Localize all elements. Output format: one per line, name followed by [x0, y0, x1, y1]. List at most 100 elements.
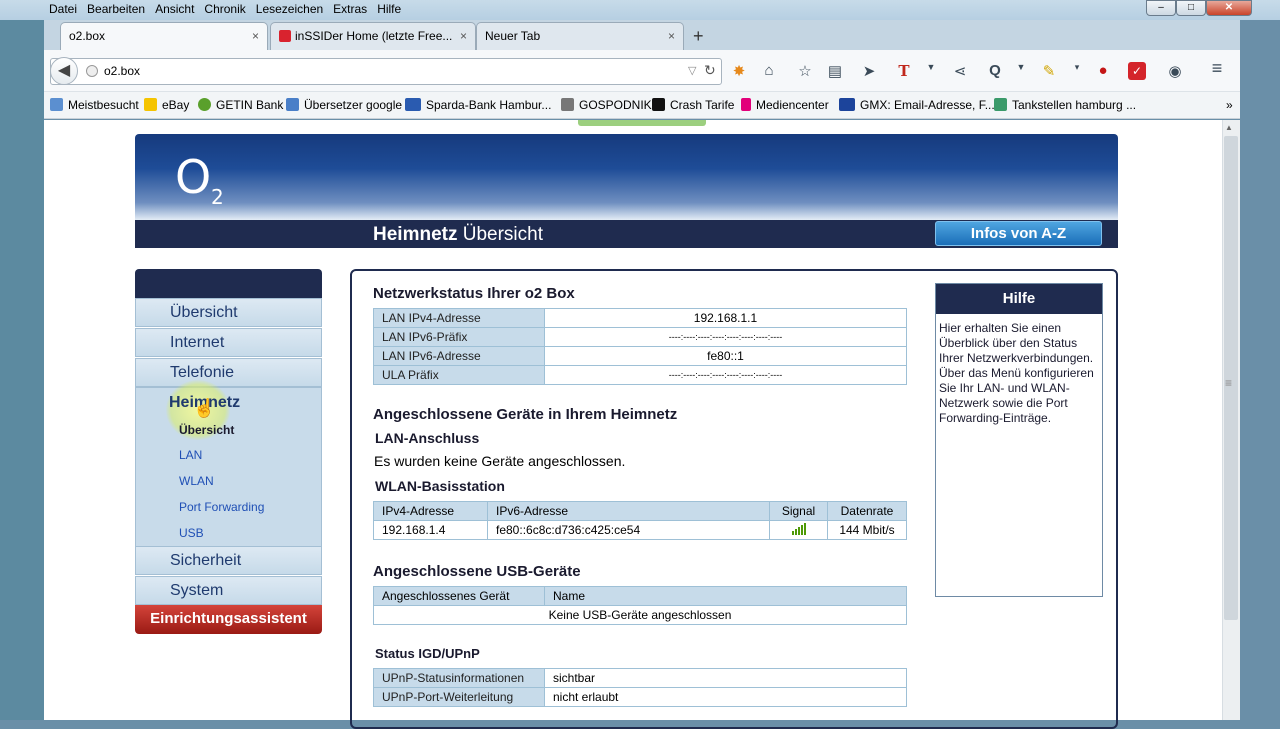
home-icon[interactable]: ⌂ — [758, 62, 780, 79]
window-controls: – □ ✕ — [1146, 0, 1252, 16]
usb-title: Angeschlossene USB-Geräte — [373, 563, 581, 580]
site-info-icon[interactable] — [86, 65, 98, 77]
usb-table: Angeschlossenes Gerät Name Keine USB-Ger… — [373, 586, 907, 625]
tab-neuer-tab[interactable]: Neuer Tab × — [476, 22, 684, 50]
pen-icon[interactable]: ✎ — [1038, 62, 1060, 80]
minimize-button[interactable]: – — [1146, 0, 1176, 16]
sidebar-item-uebersicht[interactable]: Übersicht — [135, 298, 322, 327]
bookmark-mediencenter[interactable]: Mediencenter — [741, 98, 829, 112]
signal-bar — [797, 526, 800, 535]
maximize-button[interactable]: □ — [1176, 0, 1206, 16]
url-bar[interactable] — [50, 58, 722, 85]
signal-bar — [791, 530, 794, 535]
bookmark-crash-tarife[interactable]: Crash Tarife — [652, 98, 734, 112]
einrichtungsassistent-button[interactable]: Einrichtungsassistent — [135, 605, 322, 634]
hand-cursor-icon: ☝ — [193, 398, 216, 418]
globe-icon — [994, 98, 1007, 111]
new-tab-button[interactable]: + — [693, 26, 704, 47]
lan-empty-text: Es wurden keine Geräte angeschlossen. — [374, 453, 626, 469]
close-window-button[interactable]: ✕ — [1206, 0, 1252, 16]
sidebar-item-sicherheit[interactable]: Sicherheit — [135, 546, 322, 575]
back-arrow-icon[interactable]: ◀ — [50, 57, 78, 85]
bookmark-meistbesucht[interactable]: Meistbesucht — [50, 98, 139, 112]
pdf-icon[interactable]: ✓ — [1128, 62, 1146, 80]
bookmark-ebay[interactable]: eBay — [144, 98, 189, 112]
sidebar-item-internet[interactable]: Internet — [135, 328, 322, 357]
subitem-port-forwarding[interactable]: Port Forwarding — [179, 500, 264, 514]
infos-a-z-button[interactable]: Infos von A-Z — [935, 221, 1102, 246]
sparda-icon — [405, 98, 421, 111]
menu-lesezeichen[interactable]: Lesezeichen — [251, 1, 328, 17]
gmx-icon — [839, 98, 855, 111]
chevron-down-icon[interactable]: ▾ — [1066, 62, 1088, 73]
bookmark-tankstellen[interactable]: Tankstellen hamburg ... — [994, 98, 1136, 112]
bookmark-gospodnik[interactable]: GOSPODNIK — [561, 98, 652, 112]
menu-extras[interactable]: Extras — [328, 1, 372, 17]
search-engine-icon[interactable]: Q — [984, 62, 1006, 79]
table-row: LAN IPv6-Adresse fe80::1 — [373, 346, 907, 366]
table-header-row: Angeschlossenes Gerät Name — [373, 586, 907, 606]
igd-title: Status IGD/UPnP — [375, 646, 480, 661]
tab-label: Neuer Tab — [485, 29, 541, 43]
subitem-wlan[interactable]: WLAN — [179, 474, 214, 488]
menu-ansicht[interactable]: Ansicht — [150, 1, 199, 17]
loading-indicator — [578, 120, 706, 126]
bookmark-sparda[interactable]: Sparda-Bank Hambur... — [405, 98, 551, 112]
bookmark-getin-bank[interactable]: GETIN Bank — [198, 98, 283, 112]
table-row: ULA Präfix ----:----:----:----:----:----:… — [373, 365, 907, 385]
dropdown-arrow-icon[interactable]: ▽ — [688, 64, 696, 77]
record-icon[interactable]: ● — [1092, 62, 1114, 79]
desktop-right — [1240, 20, 1280, 720]
lan-anschluss-title: LAN-Anschluss — [375, 430, 480, 446]
reload-icon[interactable]: ↻ — [704, 62, 716, 79]
menu-chronik[interactable]: Chronik — [199, 1, 250, 17]
menu-bearbeiten[interactable]: Bearbeiten — [82, 1, 150, 17]
translate-icon[interactable]: T — [893, 62, 915, 80]
send-icon[interactable]: ➤ — [858, 62, 880, 80]
help-title: Hilfe — [936, 284, 1102, 314]
o2-header — [135, 134, 1118, 220]
hamburger-menu-icon[interactable]: ≡ — [1206, 58, 1228, 79]
chevron-down-icon[interactable]: ▼ — [920, 62, 942, 72]
signal-strength-icon — [791, 522, 806, 535]
close-tab-icon[interactable]: × — [252, 23, 259, 49]
signal-bar — [800, 524, 803, 535]
subitem-usb[interactable]: USB — [179, 526, 204, 540]
bookmark-gmx[interactable]: GMX: Email-Adresse, F... — [839, 98, 995, 112]
bank-icon — [198, 98, 211, 111]
sidebar-item-system[interactable]: System — [135, 576, 322, 605]
bookmarks-overflow-button[interactable]: » — [1226, 98, 1233, 112]
table-row: Keine USB-Geräte angeschlossen — [373, 605, 907, 625]
geraete-title: Angeschlossene Geräte in Ihrem Heimnetz — [373, 406, 678, 423]
bookmark-uebersetzer[interactable]: Übersetzer google — [286, 98, 402, 112]
extension-icon[interactable]: ✸ — [728, 62, 750, 80]
star-bookmark-icon[interactable]: ☆ — [794, 62, 816, 80]
desktop-left — [0, 20, 44, 720]
signal-bar — [794, 528, 797, 535]
netzwerkstatus-title: Netzwerkstatus Ihrer o2 Box — [373, 285, 575, 302]
tab-inssider[interactable]: inSSIDer Home (letzte Free... × — [270, 22, 476, 50]
netzwerkstatus-table: LAN IPv4-Adresse 192.168.1.1 LAN IPv6-Prä… — [373, 308, 907, 385]
menu-bar: Datei Bearbeiten Ansicht Chronik Lesezei… — [44, 1, 406, 17]
translate-site-icon — [286, 98, 299, 111]
reading-list-icon[interactable]: ▤ — [824, 62, 846, 80]
share-icon[interactable]: ⋖ — [949, 62, 971, 80]
table-row: LAN IPv4-Adresse 192.168.1.1 — [373, 308, 907, 328]
menu-hilfe[interactable]: Hilfe — [372, 1, 406, 17]
wlan-basisstation-title: WLAN-Basisstation — [375, 478, 505, 494]
telekom-icon — [741, 98, 751, 111]
tab-label: inSSIDer Home (letzte Free... — [295, 29, 453, 43]
chat-icon[interactable]: ◉ — [1164, 62, 1186, 80]
chevron-down-icon[interactable]: ▼ — [1010, 62, 1032, 72]
close-tab-icon[interactable]: × — [460, 23, 467, 49]
close-tab-icon[interactable]: × — [668, 23, 675, 49]
subitem-lan[interactable]: LAN — [179, 448, 202, 462]
scroll-up-icon[interactable]: ▲ — [1225, 123, 1233, 132]
tab-o2box[interactable]: o2.box × — [60, 22, 268, 50]
table-header-row: IPv4-Adresse IPv6-Adresse Signal Datenra… — [373, 501, 907, 521]
url-text[interactable]: o2.box — [104, 64, 140, 78]
subitem-uebersicht[interactable]: Übersicht — [179, 423, 234, 437]
cutlery-icon — [561, 98, 574, 111]
menu-datei[interactable]: Datei — [44, 1, 82, 17]
sidebar-item-telefonie[interactable]: Telefonie — [135, 358, 322, 387]
